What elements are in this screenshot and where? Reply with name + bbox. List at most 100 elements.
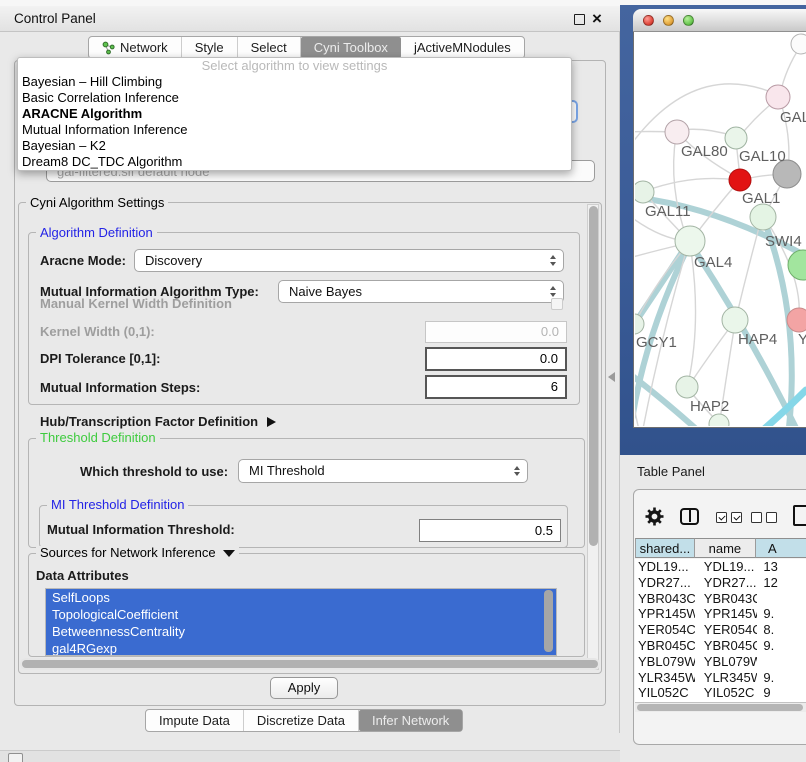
network-node-gal11[interactable]	[635, 181, 654, 203]
mi-steps-field[interactable]: 6	[425, 375, 567, 399]
network-node-gal10[interactable]	[725, 127, 747, 149]
network-node-gal[interactable]	[766, 85, 790, 109]
tab-select[interactable]: Select	[238, 37, 301, 58]
node-label-gal1: GAL1	[742, 190, 780, 207]
column-header-shared[interactable]: shared...	[635, 538, 695, 558]
table-cell: YBR045C	[695, 638, 758, 654]
table-row[interactable]: YIL052CYIL052C9	[635, 685, 806, 701]
table-cell: 9	[757, 685, 806, 701]
table-row[interactable]: YPR145WYPR145W9.	[635, 606, 806, 622]
network-edge[interactable]	[635, 84, 776, 150]
network-window-titlebar	[633, 9, 806, 32]
table-panel-title: Table Panel	[637, 464, 705, 479]
network-icon	[102, 41, 115, 55]
network-node-y[interactable]	[787, 308, 806, 332]
table-header-row: shared...nameA	[635, 538, 806, 558]
table-cell: 13	[757, 559, 806, 575]
tab-jactivemnodules[interactable]: jActiveMNodules	[401, 37, 524, 58]
table-cell	[757, 591, 806, 607]
columns-icon[interactable]	[680, 508, 699, 525]
network-node[interactable]	[791, 34, 806, 54]
table-row[interactable]: YER054CYER054C8.	[635, 622, 806, 638]
network-node-hap2[interactable]	[676, 376, 698, 398]
tab-label: Infer Network	[372, 713, 449, 728]
aracne-mode-label: Aracne Mode:	[40, 250, 126, 272]
apply-button[interactable]: Apply	[270, 677, 338, 699]
algorithm-option-dream8-dc-tdc-algorithm[interactable]: Dream8 DC_TDC Algorithm	[18, 154, 571, 170]
algorithm-option-basic-correlation-inference[interactable]: Basic Correlation Inference	[18, 90, 571, 106]
minimized-panel-icon[interactable]	[8, 753, 23, 762]
node-label-y: Y	[798, 331, 806, 348]
checked-checkbox-icon[interactable]	[731, 512, 742, 523]
table-cell: YBL079W	[695, 654, 758, 670]
list-scrollbar-thumb[interactable]	[544, 590, 553, 652]
which-threshold-select[interactable]: MI Threshold	[238, 459, 528, 483]
aracne-mode-select[interactable]: Discovery	[134, 249, 564, 272]
network-node-gcy1[interactable]	[635, 314, 644, 334]
network-edge[interactable]	[736, 220, 761, 318]
mi-type-value: Naive Bayes	[289, 281, 362, 302]
tab-impute-data[interactable]: Impute Data	[146, 710, 244, 731]
network-node-gal80[interactable]	[665, 120, 689, 144]
dpi-tolerance-field[interactable]: 0.0	[425, 347, 567, 371]
tab-discretize-data[interactable]: Discretize Data	[244, 710, 359, 731]
mi-type-select[interactable]: Naive Bayes	[278, 280, 564, 303]
table-row[interactable]: YDL19...YDL19...13	[635, 559, 806, 575]
tab-network[interactable]: Network	[89, 37, 182, 58]
node-label-gal80: GAL80	[681, 143, 728, 160]
attribute-item-betweennesscentrality[interactable]: BetweennessCentrality	[46, 623, 556, 640]
gear-icon[interactable]	[645, 507, 664, 526]
tab-infer-network[interactable]: Infer Network	[359, 710, 462, 731]
network-node-gal1[interactable]	[729, 169, 751, 191]
column-header-name[interactable]: name	[695, 538, 756, 558]
network-node-hap4[interactable]	[722, 307, 748, 333]
expand-arrow-icon	[267, 417, 276, 427]
mi-threshold-field[interactable]: 0.5	[419, 519, 561, 542]
network-canvas[interactable]: GALGAL80GAL10GAL1GAL11SWI4GAL4GCY1HAP4YH…	[635, 32, 806, 426]
settings-vertical-scrollbar-thumb[interactable]	[589, 206, 598, 546]
traffic-light-close-icon[interactable]	[643, 15, 654, 26]
table-row[interactable]: YLR345WYLR345W9.	[635, 670, 806, 686]
tab-style[interactable]: Style	[182, 37, 238, 58]
network-node-swi4[interactable]	[750, 204, 776, 230]
network-edge[interactable]	[645, 178, 737, 191]
network-node-gal4[interactable]	[675, 226, 705, 256]
settings-horizontal-scrollbar-thumb[interactable]	[22, 660, 598, 668]
unchecked-checkbox-icon[interactable]	[751, 512, 762, 523]
panel-collapse-icon[interactable]	[608, 372, 615, 382]
traffic-light-zoom-icon[interactable]	[683, 15, 694, 26]
tab-cyni-toolbox[interactable]: Cyni Toolbox	[301, 37, 401, 58]
table-horizontal-scrollbar-thumb[interactable]	[637, 704, 803, 711]
attribute-item-topologicalcoefficient[interactable]: TopologicalCoefficient	[46, 606, 556, 623]
table-cell: YDL19...	[695, 559, 758, 575]
hub-definition-toggle[interactable]: Hub/Transcription Factor Definition	[40, 411, 276, 433]
unchecked-checkbox-icon[interactable]	[766, 512, 777, 523]
manual-kernel-label: Manual Kernel Width Definition	[40, 293, 232, 315]
close-icon[interactable]: ×	[592, 8, 602, 30]
algorithm-option-aracne-algorithm[interactable]: ARACNE Algorithm	[18, 106, 571, 122]
table-cell: YPR145W	[695, 606, 758, 622]
float-window-icon[interactable]	[574, 14, 585, 25]
kernel-width-field[interactable]: 0.0	[425, 321, 567, 343]
table-cell: YDR27...	[695, 575, 758, 591]
spinner-arrows-icon	[544, 250, 561, 271]
table-row[interactable]: YDR27...YDR27...12	[635, 575, 806, 591]
algorithm-option-bayesian-k2[interactable]: Bayesian – K2	[18, 138, 571, 154]
table-cell: YLR345W	[695, 670, 758, 686]
aracne-mode-value: Discovery	[145, 250, 202, 271]
manual-kernel-checkbox[interactable]	[551, 298, 563, 310]
table-row[interactable]: YBR043CYBR043C	[635, 591, 806, 607]
traffic-light-minimize-icon[interactable]	[663, 15, 674, 26]
algorithm-option-bayesian-hill-climbing[interactable]: Bayesian – Hill Climbing	[18, 74, 571, 90]
table-row[interactable]: YBR045CYBR045C9.	[635, 638, 806, 654]
table-cell: YLR345W	[635, 670, 695, 686]
document-icon[interactable]	[793, 505, 806, 526]
attribute-item-gal4rgexp[interactable]: gal4RGexp	[46, 640, 556, 656]
attribute-item-selfloops[interactable]: SelfLoops	[46, 589, 556, 606]
column-header-a[interactable]: A	[756, 538, 806, 558]
checked-checkbox-icon[interactable]	[716, 512, 727, 523]
algorithm-option-mutual-information-inference[interactable]: Mutual Information Inference	[18, 122, 571, 138]
network-node[interactable]	[788, 250, 806, 280]
table-row[interactable]: YBL079WYBL079W	[635, 654, 806, 670]
sources-title-toggle[interactable]: Sources for Network Inference	[36, 546, 239, 560]
